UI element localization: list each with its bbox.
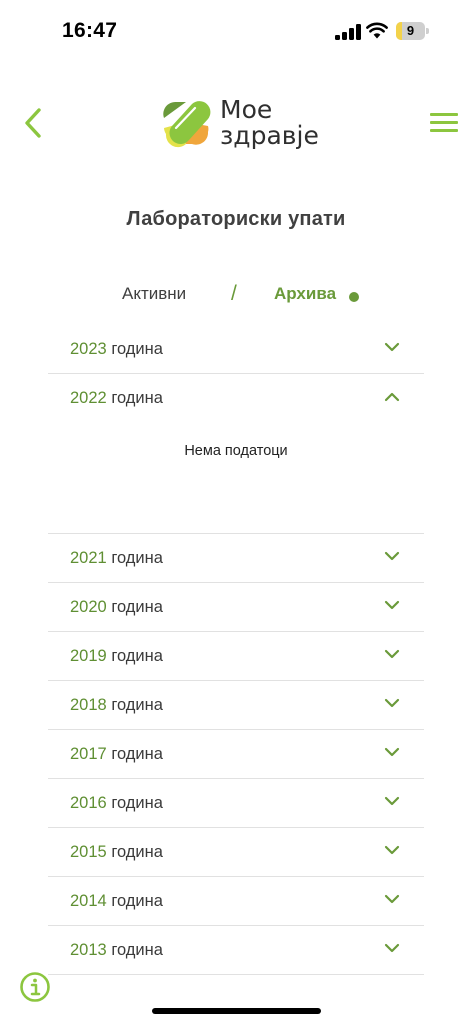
year-word: година: [111, 389, 163, 407]
chevron-down-icon: [384, 894, 400, 904]
year-row-2023[interactable]: 2023 година: [48, 325, 424, 374]
year-label: 2016 година: [70, 794, 163, 813]
year-row-2014[interactable]: 2014 година: [48, 877, 424, 926]
page-title: Лабораториски упати: [126, 208, 346, 230]
year-label: 2022 година: [70, 389, 163, 408]
year-label: 2013 година: [70, 941, 163, 960]
year-word: година: [111, 941, 163, 959]
logo-text: Мое здравје: [220, 97, 319, 149]
year-row-2018[interactable]: 2018 година: [48, 681, 424, 730]
year-label: 2019 година: [70, 647, 163, 666]
chevron-down-icon: [384, 943, 400, 953]
chevron-down-icon: [384, 649, 400, 659]
status-time: 16:47: [62, 19, 118, 42]
chevron-up-icon: [384, 392, 400, 402]
chevron-down-icon: [384, 796, 400, 806]
selected-tab-dot: [349, 292, 359, 302]
menu-button[interactable]: [430, 113, 460, 135]
tab-archive[interactable]: Архива: [274, 284, 336, 304]
year-row-2019[interactable]: 2019 година: [48, 632, 424, 681]
chevron-left-icon: [25, 108, 41, 138]
wifi-icon: [366, 22, 388, 39]
app-logo: Мое здравје: [162, 96, 322, 152]
year-word: година: [111, 549, 163, 567]
logo-line-2: здравје: [220, 121, 319, 150]
year-word: година: [111, 745, 163, 763]
year-row-2015[interactable]: 2015 година: [48, 828, 424, 877]
info-icon: [20, 972, 50, 1002]
year-number: 2023: [70, 340, 107, 358]
chevron-down-icon: [384, 698, 400, 708]
home-indicator[interactable]: [152, 1008, 321, 1014]
year-word: година: [111, 843, 163, 861]
info-button[interactable]: [19, 971, 51, 1003]
year-word: година: [111, 340, 163, 358]
status-bar: 16:47 9: [0, 0, 472, 62]
year-number: 2022: [70, 389, 107, 407]
year-label: 2014 година: [70, 892, 163, 911]
chevron-down-icon: [384, 342, 400, 352]
logo-heart-icon: [163, 101, 211, 148]
year-word: година: [111, 794, 163, 812]
battery-level: 9: [406, 23, 415, 38]
back-button[interactable]: [20, 106, 48, 140]
tab-separator: /: [231, 282, 237, 305]
year-label: 2017 година: [70, 745, 163, 764]
year-number: 2014: [70, 892, 107, 910]
year-list: 2023 година 2022 година Нема податоци 2021 …: [48, 325, 424, 975]
chevron-down-icon: [384, 845, 400, 855]
cellular-signal-icon: [335, 24, 361, 40]
year-label: 2015 година: [70, 843, 163, 862]
year-word: година: [111, 696, 163, 714]
tab-active[interactable]: Активни: [122, 284, 186, 304]
year-word: година: [111, 892, 163, 910]
chevron-down-icon: [384, 747, 400, 757]
year-row-2016[interactable]: 2016 година: [48, 779, 424, 828]
year-label: 2021 година: [70, 549, 163, 568]
year-number: 2018: [70, 696, 107, 714]
year-row-2013[interactable]: 2013 година: [48, 926, 424, 975]
tab-bar: Активни / Архива: [0, 282, 472, 310]
chevron-down-icon: [384, 600, 400, 610]
chevron-down-icon: [384, 551, 400, 561]
year-number: 2013: [70, 941, 107, 959]
year-label: 2018 година: [70, 696, 163, 715]
year-number: 2021: [70, 549, 107, 567]
year-label: 2023 година: [70, 340, 163, 359]
battery-icon: 9: [396, 22, 429, 40]
year-label: 2020 година: [70, 598, 163, 617]
year-panel-2022: Нема податоци: [48, 423, 424, 534]
year-number: 2020: [70, 598, 107, 616]
year-number: 2015: [70, 843, 107, 861]
year-number: 2019: [70, 647, 107, 665]
year-row-2020[interactable]: 2020 година: [48, 583, 424, 632]
logo-line-1: Мое: [220, 95, 273, 124]
year-word: година: [111, 598, 163, 616]
year-word: година: [111, 647, 163, 665]
year-row-2021[interactable]: 2021 година: [48, 534, 424, 583]
year-row-2022[interactable]: 2022 година: [48, 374, 424, 423]
year-number: 2017: [70, 745, 107, 763]
year-number: 2016: [70, 794, 107, 812]
year-row-2017[interactable]: 2017 година: [48, 730, 424, 779]
no-data-text: Нема податоци: [184, 443, 288, 459]
